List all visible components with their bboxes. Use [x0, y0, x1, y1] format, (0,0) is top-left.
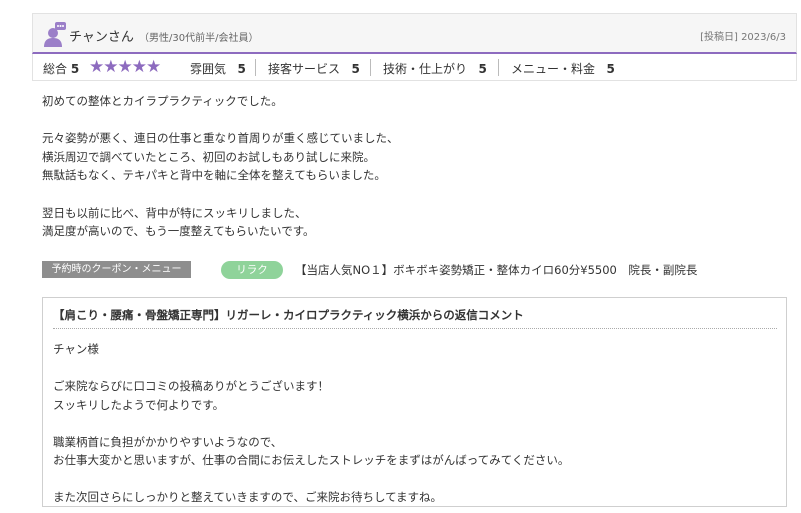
review-line: 元々姿勢が悪く、連日の仕事と重なり首周りが重く感じていました、: [42, 131, 399, 146]
reply-line: お仕事大変かと思いますが、仕事の合間にお伝えしたストレッチをまずはがんばってみて…: [53, 453, 570, 467]
rating-menu-price: メニュー・料金 5: [511, 60, 615, 77]
rating-score: 5: [237, 62, 246, 76]
overall-score: 5: [70, 62, 80, 76]
reply-text: チャン様 ご来院ならびに口コミの投稿ありがとうございます！ スッキリしたようで何…: [53, 340, 777, 507]
reply-line: 職業柄首に負担がかかりやすいようなので、: [53, 434, 283, 449]
reply-box: 【肩こり・腰痛・骨盤矯正専門】リガーレ・カイロプラクティック横浜からの返信コメン…: [42, 297, 787, 507]
reply-line: ご来院ならびに口コミの投稿ありがとうございます！: [53, 379, 329, 393]
rating-score: 5: [606, 62, 615, 76]
divider: [255, 59, 256, 76]
reply-title: 【肩こり・腰痛・骨盤矯正専門】リガーレ・カイロプラクティック横浜からの返信コメン…: [53, 308, 524, 322]
reply-line: スッキリしたようで何よりです。: [53, 397, 225, 412]
divider: [53, 328, 777, 329]
rating-label: 技術・仕上がり: [383, 62, 468, 76]
rating-label: 接客サービス: [268, 62, 341, 76]
rating-score: 5: [351, 62, 360, 76]
reply-line: [53, 470, 777, 489]
overall-rating: 総合 5: [43, 60, 79, 77]
review-line: [42, 111, 782, 130]
reply-line: [53, 414, 777, 433]
rating-label: 雰囲気: [190, 62, 227, 76]
review-line: 横浜周辺で調べていたところ、初回のお試しもあり試しに来院。: [42, 149, 376, 164]
coupon-label: 予約時のクーポン・メニュー: [42, 261, 191, 278]
rating-atmosphere: 雰囲気 5: [190, 60, 246, 77]
rating-bar: 総合 5 ★★★★★ 雰囲気 5 接客サービス 5 技術・仕上がり 5 メニュー…: [32, 54, 797, 81]
rating-label: メニュー・料金: [511, 62, 596, 76]
review-line: 無駄話もなく、テキパキと背中を軸に全体を整えてもらいました。: [42, 168, 386, 183]
post-date: [投稿日] 2023/6/3: [700, 32, 786, 43]
reply-line: [53, 359, 777, 378]
rating-technique: 技術・仕上がり 5: [383, 60, 487, 77]
reviewer-meta: （男性/30代前半/会社員）: [139, 33, 259, 44]
review-line: [42, 185, 782, 204]
divider: [498, 59, 499, 76]
review-line: 初めての整体とカイラプラクティックでした。: [42, 94, 283, 108]
user-icon: [44, 22, 66, 47]
rating-score: 5: [478, 62, 487, 76]
reply-line: また次回さらにしっかりと整えていきますので、ご来院お待ちしてますね。: [53, 490, 443, 504]
divider: [370, 59, 371, 76]
overall-label: 総合: [43, 62, 68, 76]
rating-service: 接客サービス 5: [268, 60, 360, 77]
reply-line: チャン様: [53, 342, 99, 356]
coupon-menu-name: 【当店人気NO１】ボキボキ姿勢矯正・整体カイロ60分¥5500 院長・副院長: [295, 263, 698, 277]
review-header: チャンさん （男性/30代前半/会社員） [投稿日] 2023/6/3: [32, 13, 797, 54]
review-text: 初めての整体とカイラプラクティックでした。 元々姿勢が悪く、連日の仕事と重なり首…: [42, 92, 782, 241]
reviewer-name: チャンさん: [69, 30, 134, 45]
review-line: 満足度が高いので、もう一度整えてもらいたいです。: [42, 224, 315, 239]
star-rating-icon: ★★★★★: [89, 57, 161, 77]
coupon-category-tag: リラク: [221, 261, 283, 279]
review-line: 翌日も以前に比べ、背中が特にスッキリしました、: [42, 205, 307, 220]
